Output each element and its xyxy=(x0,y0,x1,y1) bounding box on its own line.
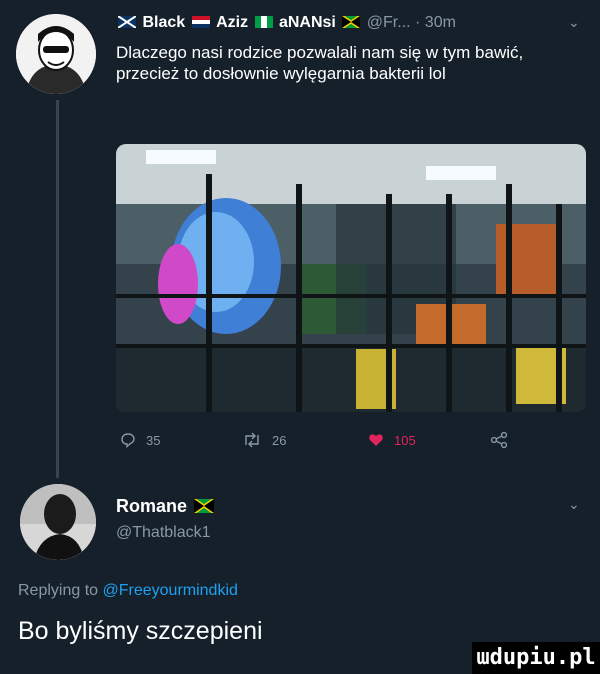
author-name[interactable]: Black xyxy=(142,14,185,31)
replying-to-label: Replying to xyxy=(18,582,99,599)
retweet-count: 26 xyxy=(272,432,287,448)
replying-to-handle[interactable]: @Freeyourmindkid xyxy=(103,582,238,599)
flag-icon xyxy=(341,14,362,30)
reply-text: Bo byliśmy szczepieni xyxy=(18,617,263,645)
share-button[interactable] xyxy=(490,432,508,448)
reply-author-name[interactable]: Romane xyxy=(116,496,187,516)
chevron-down-icon[interactable]: ⌄ xyxy=(568,14,580,31)
thread-connector-line xyxy=(56,100,59,478)
reply-handle[interactable]: @Thatblack1 xyxy=(116,524,211,542)
playground-photo xyxy=(116,144,586,412)
like-count: 105 xyxy=(394,432,416,448)
avatar-photo xyxy=(20,484,96,560)
tweet-image[interactable] xyxy=(116,144,586,412)
heart-icon xyxy=(369,434,383,446)
share-icon xyxy=(490,432,508,448)
tweet-header: Black Aziz aNANsi @Fr... · 30m xyxy=(116,14,586,32)
flag-icon xyxy=(117,15,137,29)
author-handle[interactable]: @Fr... xyxy=(367,14,411,31)
reply-icon xyxy=(121,433,135,448)
tweet-actions: 35 26 105 xyxy=(116,432,556,456)
flag-icon xyxy=(193,497,215,515)
avatar-illustration xyxy=(16,14,96,94)
retweet-button[interactable]: 26 xyxy=(242,432,286,448)
flag-icon xyxy=(254,15,273,28)
tweet-text: Dlaczego nasi rodzice pozwalali nam się … xyxy=(116,43,524,83)
author-name[interactable]: aNANsi xyxy=(279,14,336,31)
reply-author: Romane xyxy=(116,496,216,517)
reply-count: 35 xyxy=(146,432,161,448)
avatar[interactable] xyxy=(16,14,96,94)
avatar[interactable] xyxy=(20,484,96,560)
author-name[interactable]: Aziz xyxy=(216,14,248,31)
watermark-logo: ɯdupiu.pl xyxy=(472,642,600,674)
chevron-down-icon[interactable]: ⌄ xyxy=(568,496,580,513)
timestamp[interactable]: · 30m xyxy=(415,14,456,31)
like-button[interactable]: 105 xyxy=(368,432,416,448)
reply-button[interactable]: 35 xyxy=(120,432,160,448)
replying-to: Replying to @Freeyourmindkid xyxy=(18,582,238,600)
retweet-icon xyxy=(245,432,259,448)
flag-icon xyxy=(191,15,210,28)
